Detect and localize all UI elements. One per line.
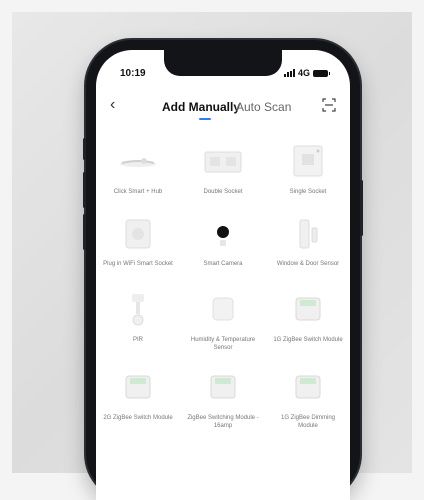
- device-label: Single Socket: [289, 189, 327, 195]
- smart-camera-image: [203, 214, 243, 254]
- switch-module-image: [118, 368, 158, 408]
- device-single-socket[interactable]: Single Socket: [266, 142, 350, 196]
- device-humidity-temperature-sensor[interactable]: Humidity & Temperature Sensor: [181, 290, 265, 352]
- device-1g-zigbee-dimming-module[interactable]: 1G ZigBee Dimming Module: [266, 368, 350, 430]
- device-label: Smart Camera: [203, 261, 243, 267]
- network-label: 4G: [297, 68, 310, 78]
- signal-icon: [283, 69, 295, 77]
- active-tab-indicator: [199, 118, 211, 120]
- double-socket-image: [203, 142, 243, 182]
- single-socket-image: [288, 142, 328, 182]
- humidity-sensor-image: [203, 290, 243, 330]
- phone-frame: 10:19 4G ‹ Add Manually Auto Scan Click …: [83, 40, 363, 500]
- power-button: [360, 180, 363, 236]
- device-label: Window & Door Sensor: [276, 261, 340, 267]
- tab-auto-scan[interactable]: Auto Scan: [236, 100, 291, 114]
- device-1g-zigbee-switch-module[interactable]: 1G ZigBee Switch Module: [266, 290, 350, 344]
- status-indicators: 4G: [283, 68, 330, 78]
- device-double-socket[interactable]: Double Socket: [181, 142, 265, 196]
- status-time: 10:19: [120, 68, 146, 79]
- switch-module-image: [203, 368, 243, 408]
- window-door-sensor-image: [288, 214, 328, 254]
- volume-down-button: [83, 214, 86, 250]
- notch: [164, 50, 282, 76]
- device-pir[interactable]: PIR: [96, 290, 180, 344]
- device-plug-in-wifi-socket[interactable]: Plug in WiFi Smart Socket: [96, 214, 180, 268]
- battery-icon: [313, 69, 330, 77]
- click-smart-hub-image: [118, 142, 158, 182]
- volume-up-button: [83, 172, 86, 208]
- device-zigbee-switching-module-16amp[interactable]: ZigBee Switching Module - 16amp: [181, 368, 265, 430]
- back-arrow-icon[interactable]: ‹: [110, 96, 115, 114]
- tab-add-manually[interactable]: Add Manually: [162, 100, 240, 114]
- phone-screen: 10:19 4G ‹ Add Manually Auto Scan Click …: [96, 50, 350, 500]
- device-label: PIR: [132, 337, 143, 343]
- device-label: ZigBee Switching Module - 16amp: [187, 415, 259, 429]
- pir-image: [118, 290, 158, 330]
- dimming-module-image: [288, 368, 328, 408]
- device-label: 1G ZigBee Switch Module: [273, 337, 343, 343]
- device-label: Humidity & Temperature Sensor: [190, 337, 256, 351]
- device-click-smart-hub[interactable]: Click Smart + Hub: [96, 142, 180, 196]
- scan-icon[interactable]: [322, 98, 336, 112]
- device-smart-camera[interactable]: Smart Camera: [181, 214, 265, 268]
- plug-in-socket-image: [118, 214, 158, 254]
- app-header: ‹ Add Manually Auto Scan: [96, 94, 350, 120]
- device-label: Double Socket: [203, 189, 243, 195]
- device-label: 1G ZigBee Dimming Module: [280, 415, 336, 429]
- device-2g-zigbee-switch-module[interactable]: 2G ZigBee Switch Module: [96, 368, 180, 422]
- switch-module-image: [288, 290, 328, 330]
- device-label: 2G ZigBee Switch Module: [103, 415, 173, 421]
- device-label: Plug in WiFi Smart Socket: [103, 261, 173, 267]
- mute-switch: [83, 138, 86, 160]
- device-label: Click Smart + Hub: [113, 189, 163, 195]
- device-window-door-sensor[interactable]: Window & Door Sensor: [266, 214, 350, 268]
